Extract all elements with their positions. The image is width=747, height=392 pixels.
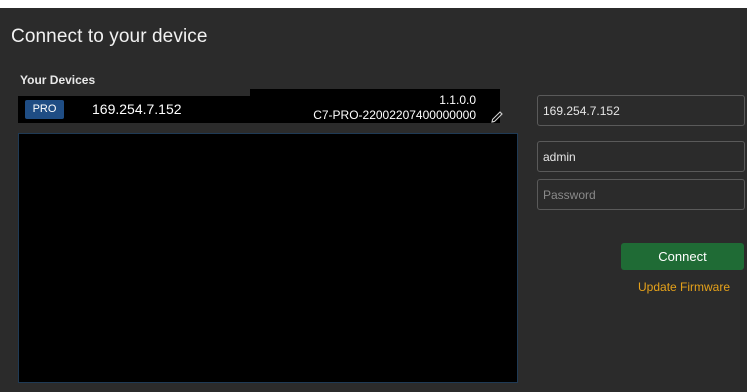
ip-address-field[interactable] (537, 95, 745, 126)
password-field[interactable] (537, 179, 745, 210)
pencil-icon-graphic (491, 111, 503, 123)
connect-button[interactable]: Connect (621, 243, 744, 270)
pencil-icon[interactable] (489, 109, 505, 125)
device-serial: C7-PRO-22002207400000000 (313, 108, 476, 122)
username-field[interactable] (537, 141, 745, 172)
device-row[interactable]: 1.1.0.0 C7-PRO-22002207400000000 PRO 169… (18, 89, 500, 123)
pro-badge: PRO (25, 100, 64, 119)
update-firmware-link[interactable]: Update Firmware (638, 280, 730, 294)
device-ip: 169.254.7.152 (92, 101, 182, 117)
devices-section-label: Your Devices (20, 73, 96, 87)
device-version: 1.1.0.0 (439, 93, 476, 107)
device-row-right-bg: 1.1.0.0 C7-PRO-22002207400000000 (250, 89, 500, 123)
page-title: Connect to your device (11, 26, 208, 47)
device-list[interactable] (18, 133, 518, 383)
